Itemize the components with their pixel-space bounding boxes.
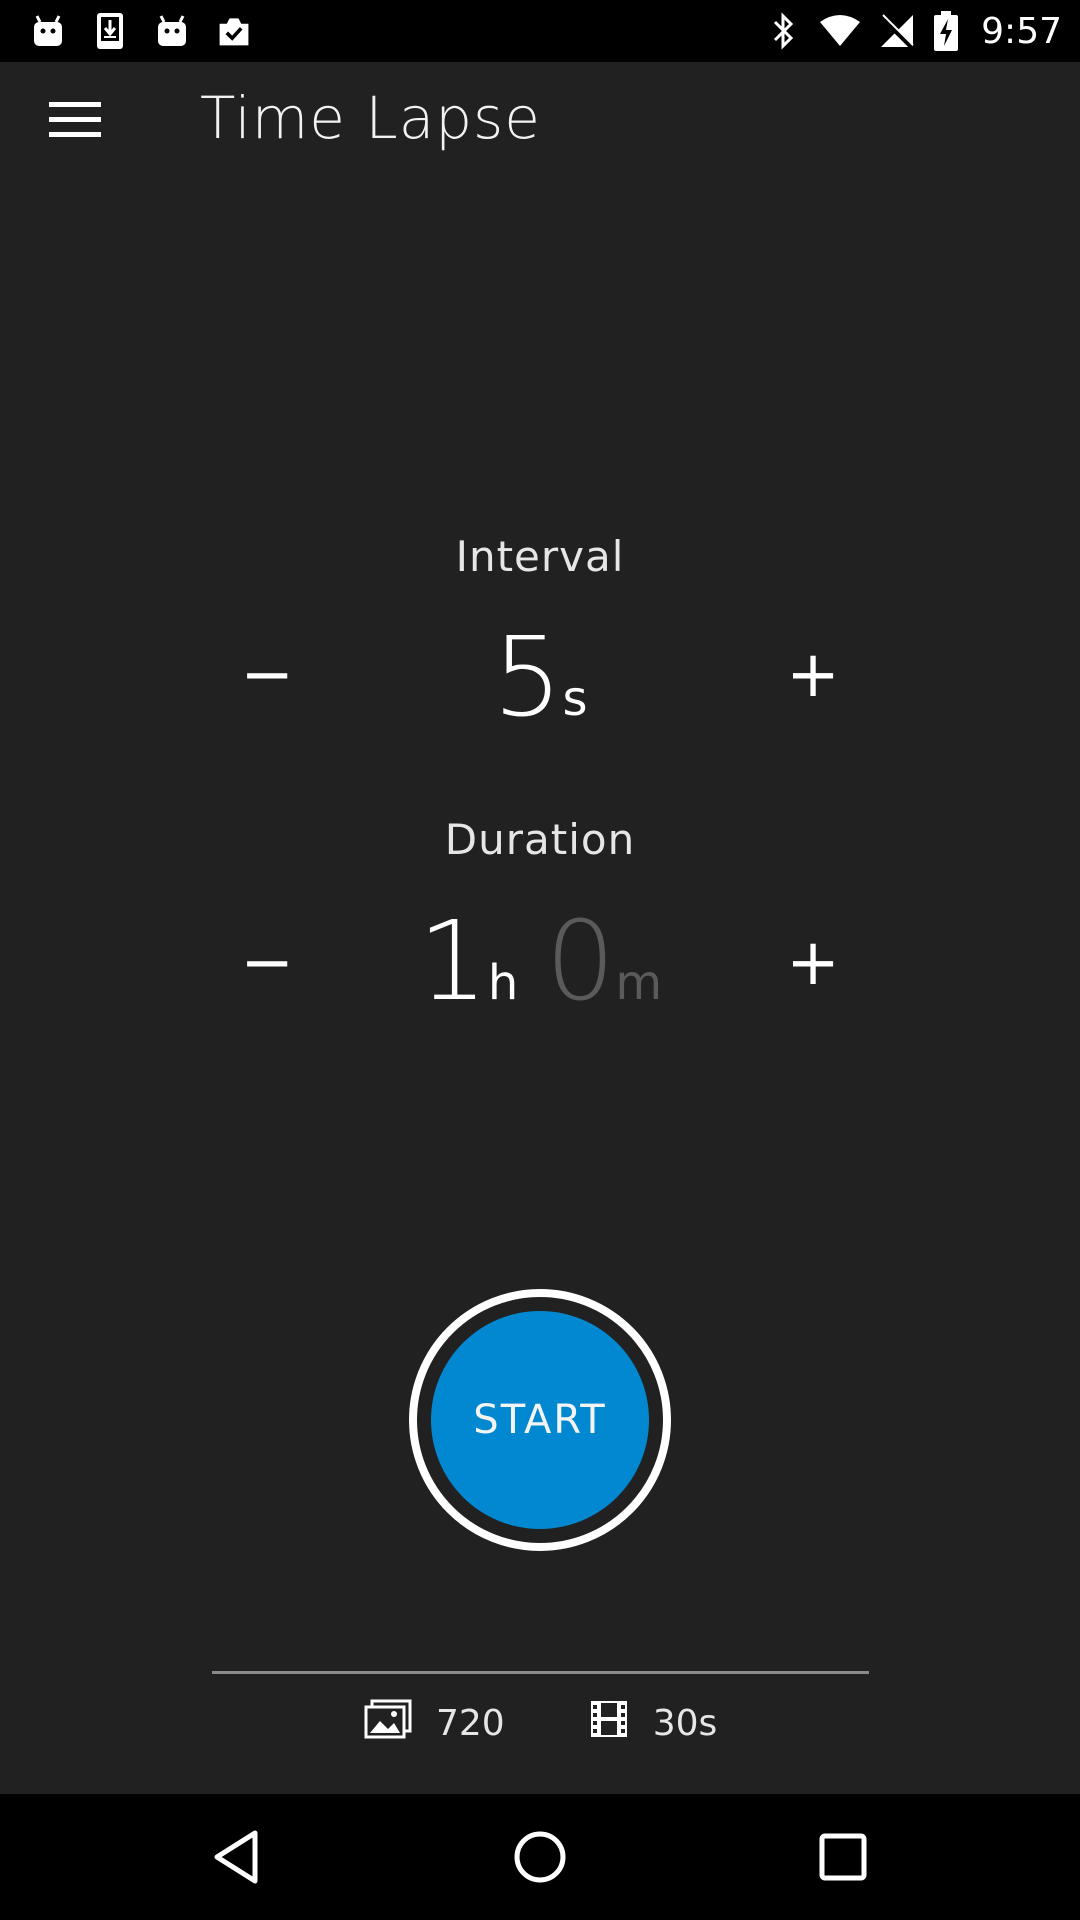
duration-hours[interactable]: 1	[418, 897, 488, 1025]
system-icons: 9:57	[765, 8, 1062, 54]
battery-charging-icon	[933, 11, 959, 51]
recents-square-icon[interactable]	[803, 1822, 883, 1892]
start-button-ring[interactable]: START	[409, 1289, 671, 1551]
notification-icons	[30, 8, 252, 54]
divider	[212, 1671, 869, 1674]
android-icon	[154, 11, 190, 51]
android-icon	[30, 11, 66, 51]
start-button[interactable]: START	[431, 1311, 649, 1529]
interval-unit: s	[562, 671, 588, 727]
clock-time: 9:57	[981, 10, 1062, 52]
video-length: 30s	[589, 1699, 718, 1748]
duration-label: Duration	[444, 815, 636, 864]
back-triangle-icon[interactable]	[196, 1822, 276, 1892]
status-bar: 9:57	[0, 0, 1080, 62]
page-title: Time Lapse	[200, 84, 541, 152]
hamburger-menu-icon[interactable]	[30, 90, 120, 150]
download-icon	[92, 11, 128, 51]
wifi-icon	[819, 11, 861, 51]
app-bar: Time Lapse	[0, 62, 1080, 178]
interval-label: Interval	[455, 532, 625, 581]
photo-count-value: 720	[436, 1702, 505, 1744]
video-length-value: 30s	[652, 1702, 718, 1744]
home-circle-icon[interactable]	[500, 1822, 580, 1892]
image-icon	[364, 1699, 412, 1748]
duration-minutes[interactable]: 0	[545, 897, 615, 1025]
navigation-bar	[0, 1794, 1080, 1920]
summary-row: 720 30s	[364, 1695, 717, 1751]
duration-minutes-unit: m	[615, 955, 663, 1011]
clipboard-check-icon	[216, 11, 252, 51]
duration-increase-button[interactable]: +	[758, 908, 868, 1018]
signal-off-icon	[879, 11, 915, 51]
duration-value: 1h 0m	[0, 906, 1080, 1016]
interval-value: 5s	[0, 622, 1080, 732]
duration-hours-unit: h	[487, 955, 519, 1011]
bluetooth-icon	[765, 11, 801, 51]
interval-increase-button[interactable]: +	[758, 620, 868, 730]
film-icon	[589, 1699, 629, 1748]
interval-number: 5	[492, 613, 563, 741]
photo-count: 720	[364, 1699, 505, 1748]
